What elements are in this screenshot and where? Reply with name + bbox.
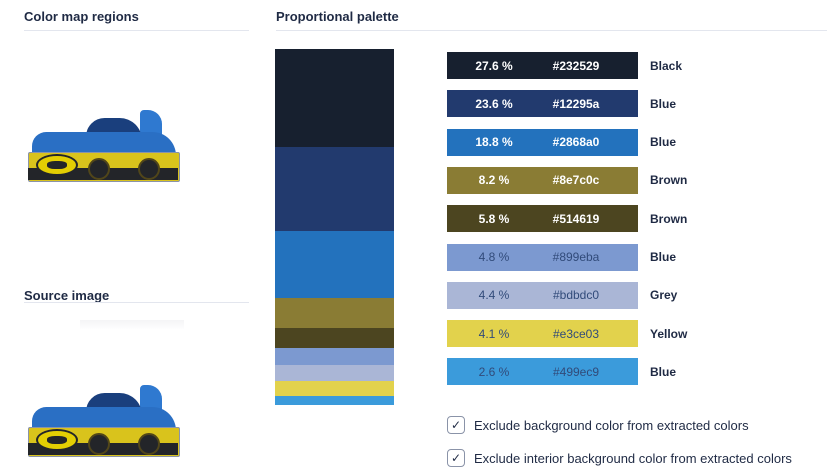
color-hex: #899eba — [552, 250, 600, 264]
color-swatch[interactable]: 4.1 % #e3ce03 — [447, 320, 638, 348]
color-hex: #232529 — [552, 58, 600, 73]
color-row[interactable]: 4.1 % #e3ce03 Yellow — [447, 320, 688, 348]
color-percent: 4.8 % — [478, 250, 510, 264]
color-name: Blue — [650, 96, 677, 111]
color-hex: #12295a — [552, 96, 600, 111]
color-name: Grey — [650, 288, 678, 303]
palette-segment — [275, 231, 394, 299]
color-name: Brown — [650, 173, 688, 188]
color-percent: 23.6 % — [475, 96, 513, 111]
color-row[interactable]: 27.6 % #232529 Black — [447, 52, 682, 79]
color-swatch[interactable]: 5.8 % #514619 — [447, 205, 638, 233]
color-row[interactable]: 18.8 % #2868a0 Blue — [447, 128, 677, 156]
color-row[interactable]: 8.2 % #8e7c0c Brown — [447, 166, 688, 194]
palette-divider — [276, 30, 827, 31]
palette-segment — [275, 147, 394, 232]
color-name: Brown — [650, 211, 688, 226]
palette-segment — [275, 298, 394, 328]
palette-segment — [275, 381, 394, 396]
exclude-interior-checkbox[interactable]: ✓ Exclude interior background color from… — [447, 449, 792, 467]
color-percent: 8.2 % — [478, 173, 510, 188]
color-row[interactable]: 2.6 % #499ec9 Blue — [447, 358, 677, 386]
proportional-palette-bar — [275, 49, 394, 405]
color-hex: #bdbdc0 — [552, 288, 600, 303]
check-icon[interactable]: ✓ — [447, 449, 465, 467]
color-name: Blue — [650, 364, 677, 379]
color-name: Black — [650, 58, 683, 73]
color-swatch[interactable]: 23.6 % #12295a — [447, 90, 638, 118]
color-swatch[interactable]: 4.8 % #899eba — [447, 243, 638, 271]
color-percent: 2.6 % — [478, 364, 510, 379]
color-name: Blue — [650, 135, 677, 150]
color-row[interactable]: 23.6 % #12295a Blue — [447, 90, 677, 118]
palette-segment — [275, 365, 394, 382]
color-map-title: Color map regions — [24, 9, 139, 24]
color-row[interactable]: 4.8 % #899eba Blue — [447, 243, 677, 271]
color-swatch[interactable]: 4.4 % #bdbdc0 — [447, 281, 638, 309]
color-map-thumbnail — [28, 108, 180, 183]
exclude-background-checkbox[interactable]: ✓ Exclude background color from extracte… — [447, 416, 749, 434]
check-icon[interactable]: ✓ — [447, 416, 465, 434]
source-image-fade — [80, 320, 184, 330]
color-hex: #514619 — [552, 211, 600, 226]
color-swatch[interactable]: 2.6 % #499ec9 — [447, 358, 638, 386]
color-hex: #499ec9 — [552, 364, 600, 379]
palette-segment — [275, 348, 394, 366]
source-image-title: Source image — [24, 288, 110, 303]
source-image-divider — [24, 302, 249, 303]
exclude-interior-label: Exclude interior background color from e… — [474, 450, 792, 466]
color-swatch[interactable]: 27.6 % #232529 — [447, 52, 638, 79]
color-percent: 18.8 % — [475, 135, 513, 150]
color-hex: #e3ce03 — [552, 326, 600, 341]
color-row[interactable]: 4.4 % #bdbdc0 Grey — [447, 281, 678, 309]
color-hex: #8e7c0c — [552, 173, 600, 188]
color-map-divider — [24, 30, 249, 31]
color-name: Yellow — [650, 326, 688, 341]
palette-segment — [275, 395, 394, 405]
palette-segment — [275, 49, 394, 148]
color-swatch[interactable]: 8.2 % #8e7c0c — [447, 166, 638, 194]
color-percent: 27.6 % — [475, 58, 513, 73]
source-image-thumbnail[interactable] — [28, 383, 180, 458]
color-row[interactable]: 5.8 % #514619 Brown — [447, 205, 688, 233]
color-percent: 4.1 % — [478, 326, 510, 341]
palette-segment — [275, 327, 394, 349]
color-hex: #2868a0 — [552, 135, 600, 150]
color-name: Blue — [650, 250, 677, 264]
color-percent: 4.4 % — [478, 288, 510, 303]
color-percent: 5.8 % — [478, 211, 510, 226]
exclude-background-label: Exclude background color from extracted … — [474, 417, 749, 433]
color-swatch[interactable]: 18.8 % #2868a0 — [447, 128, 638, 156]
palette-title: Proportional palette — [276, 9, 399, 24]
